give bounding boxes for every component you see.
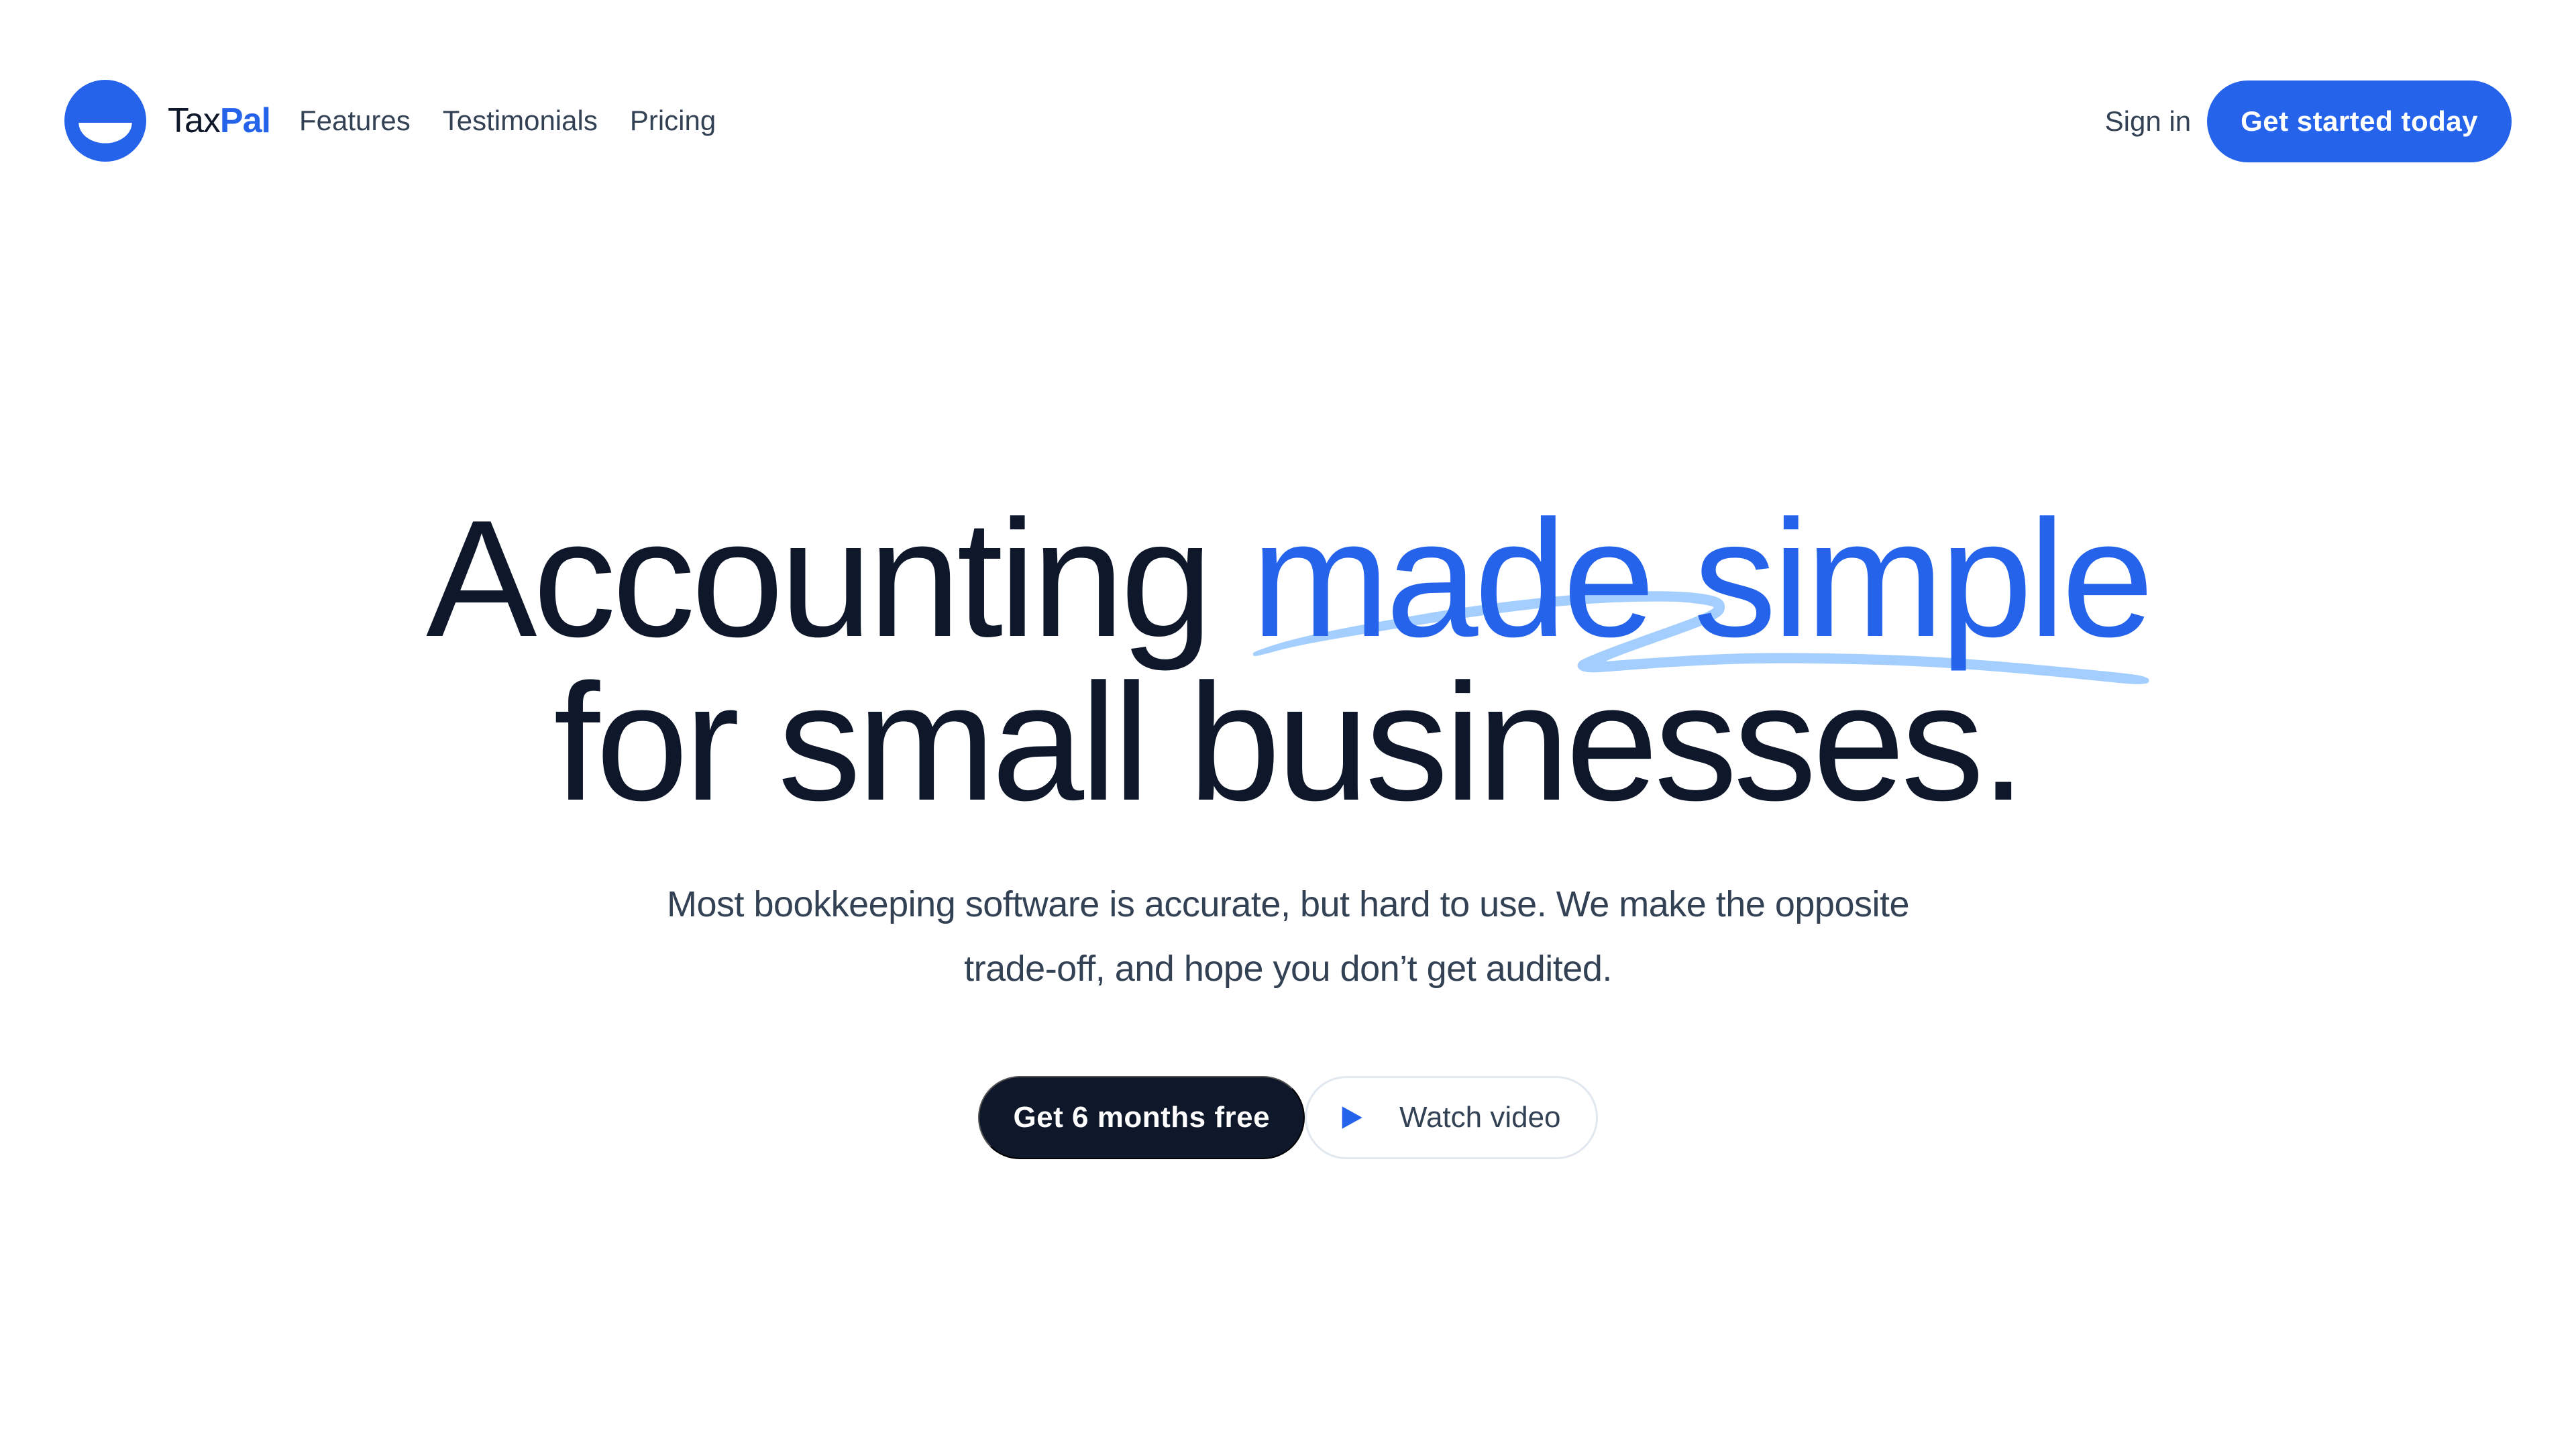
hero-subtitle: Most bookkeeping software is accurate, b… bbox=[666, 884, 1910, 989]
hero-title-plain: Accounting bbox=[426, 485, 1252, 672]
watch-video-button[interactable]: Watch video bbox=[1305, 1076, 1598, 1159]
play-icon bbox=[1342, 1106, 1362, 1129]
get-6-months-free-button[interactable]: Get 6 months free bbox=[978, 1076, 1305, 1159]
nav-link-testimonials[interactable]: Testimonials bbox=[443, 101, 598, 141]
site-header: Tax Pal Features Testimonials Pricing Sig… bbox=[0, 0, 2576, 241]
watch-video-label: Watch video bbox=[1399, 1101, 1561, 1134]
logo-word-tax: Tax bbox=[168, 101, 221, 140]
nav-link-features[interactable]: Features bbox=[299, 101, 411, 141]
hero-title: Accounting made simple for small busines… bbox=[0, 495, 2576, 835]
sign-in-link[interactable]: Sign in bbox=[2105, 105, 2191, 138]
get-started-button[interactable]: Get started today bbox=[2207, 80, 2512, 162]
logo-word-pal: Pal bbox=[219, 101, 271, 140]
main-nav: Features Testimonials Pricing bbox=[299, 101, 716, 141]
hero-title-accent: made simple bbox=[1251, 495, 2154, 684]
nav-link-pricing[interactable]: Pricing bbox=[630, 101, 716, 141]
hero-title-line-1: Accounting made simple bbox=[0, 495, 2576, 684]
taxpal-logo-icon bbox=[64, 80, 146, 162]
header-actions: Sign in Get started today bbox=[2105, 80, 2512, 162]
logo-link[interactable]: Tax Pal bbox=[64, 80, 271, 162]
hero-actions: Get 6 months free Watch video bbox=[0, 1076, 2576, 1159]
hero-title-accent-text: made simple bbox=[1251, 485, 2154, 672]
landing-page: Tax Pal Features Testimonials Pricing Sig… bbox=[0, 0, 2576, 1449]
hero-title-line-2: for small businesses. bbox=[553, 649, 2027, 835]
logo-wordmark: Tax Pal bbox=[168, 101, 271, 140]
